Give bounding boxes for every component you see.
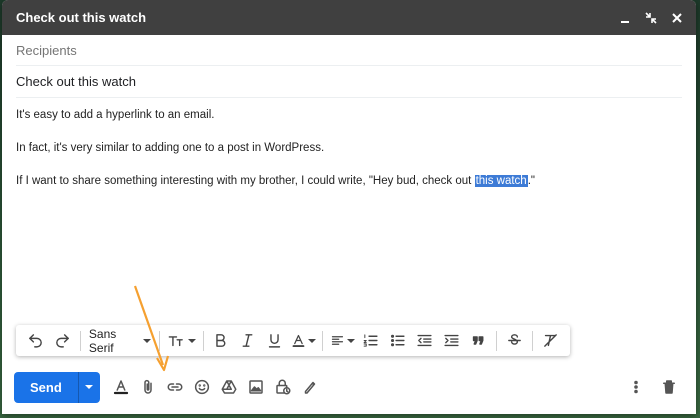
text-size-icon[interactable]: [166, 330, 196, 352]
undo-icon[interactable]: [25, 330, 47, 352]
numbered-list-icon[interactable]: [360, 330, 382, 352]
drive-icon[interactable]: [216, 374, 242, 400]
indent-less-icon[interactable]: [414, 330, 436, 352]
recipients-field[interactable]: Recipients: [16, 35, 682, 66]
link-icon[interactable]: [162, 374, 188, 400]
emoji-icon[interactable]: [189, 374, 215, 400]
send-options-button[interactable]: [77, 371, 100, 403]
selected-text[interactable]: this watch: [474, 175, 528, 187]
window-controls: [618, 11, 684, 25]
photo-icon[interactable]: [243, 374, 269, 400]
recipients-placeholder: Recipients: [16, 42, 77, 58]
bold-icon[interactable]: [210, 330, 232, 352]
subject-text: Check out this watch: [16, 74, 136, 89]
signature-icon[interactable]: [297, 374, 323, 400]
body-line-1: It's easy to add a hyperlink to an email…: [16, 109, 215, 121]
right-actions: [622, 370, 682, 404]
compose-titlebar[interactable]: Check out this watch: [2, 0, 696, 35]
body-line-2: In fact, it's very similar to adding one…: [16, 142, 325, 154]
bulleted-list-icon[interactable]: [387, 330, 409, 352]
remove-formatting-icon[interactable]: [540, 330, 562, 352]
minimize-icon[interactable]: [618, 11, 632, 25]
more-options-icon[interactable]: [623, 374, 649, 400]
indent-more-icon[interactable]: [441, 330, 463, 352]
body-line-3-end: .": [527, 175, 535, 187]
chevron-down-icon: [85, 385, 94, 389]
strikethrough-icon[interactable]: [504, 330, 526, 352]
align-icon[interactable]: [330, 330, 355, 352]
toolbar-divider: [202, 330, 204, 351]
send-button[interactable]: Send: [14, 372, 78, 403]
formatting-toolbar: Sans Serif: [16, 325, 570, 356]
attach-icon[interactable]: [135, 374, 161, 400]
underline-icon[interactable]: [264, 330, 286, 352]
trash-icon[interactable]: [656, 374, 682, 400]
send-button-group: Send: [14, 371, 100, 403]
toolbar-divider: [80, 330, 81, 351]
quote-icon[interactable]: [468, 330, 490, 352]
font-select-label: Sans Serif: [88, 326, 117, 355]
text-color-icon[interactable]: [291, 330, 316, 352]
formatting-toggle-icon[interactable]: [108, 374, 134, 400]
font-select[interactable]: Sans Serif: [85, 327, 155, 355]
toolbar-divider: [532, 330, 533, 351]
toolbar-divider: [496, 330, 498, 351]
body-line-3: If I want to share something interesting…: [16, 174, 682, 188]
italic-icon[interactable]: [237, 330, 259, 352]
toolbar-divider: [159, 330, 160, 351]
compose-title: Check out this watch: [16, 10, 147, 25]
compose-action-bar: Send: [0, 370, 694, 404]
message-body[interactable]: It's easy to add a hyperlink to an email…: [2, 98, 696, 188]
close-icon[interactable]: [670, 11, 684, 25]
fullscreen-icon[interactable]: [644, 11, 658, 25]
chevron-down-icon: [143, 338, 152, 343]
confidential-icon[interactable]: [270, 374, 296, 400]
toolbar-divider: [322, 330, 324, 351]
subject-field[interactable]: Check out this watch: [16, 66, 682, 98]
body-line-3-start: If I want to share something interesting…: [16, 175, 475, 187]
redo-icon[interactable]: [52, 330, 74, 352]
